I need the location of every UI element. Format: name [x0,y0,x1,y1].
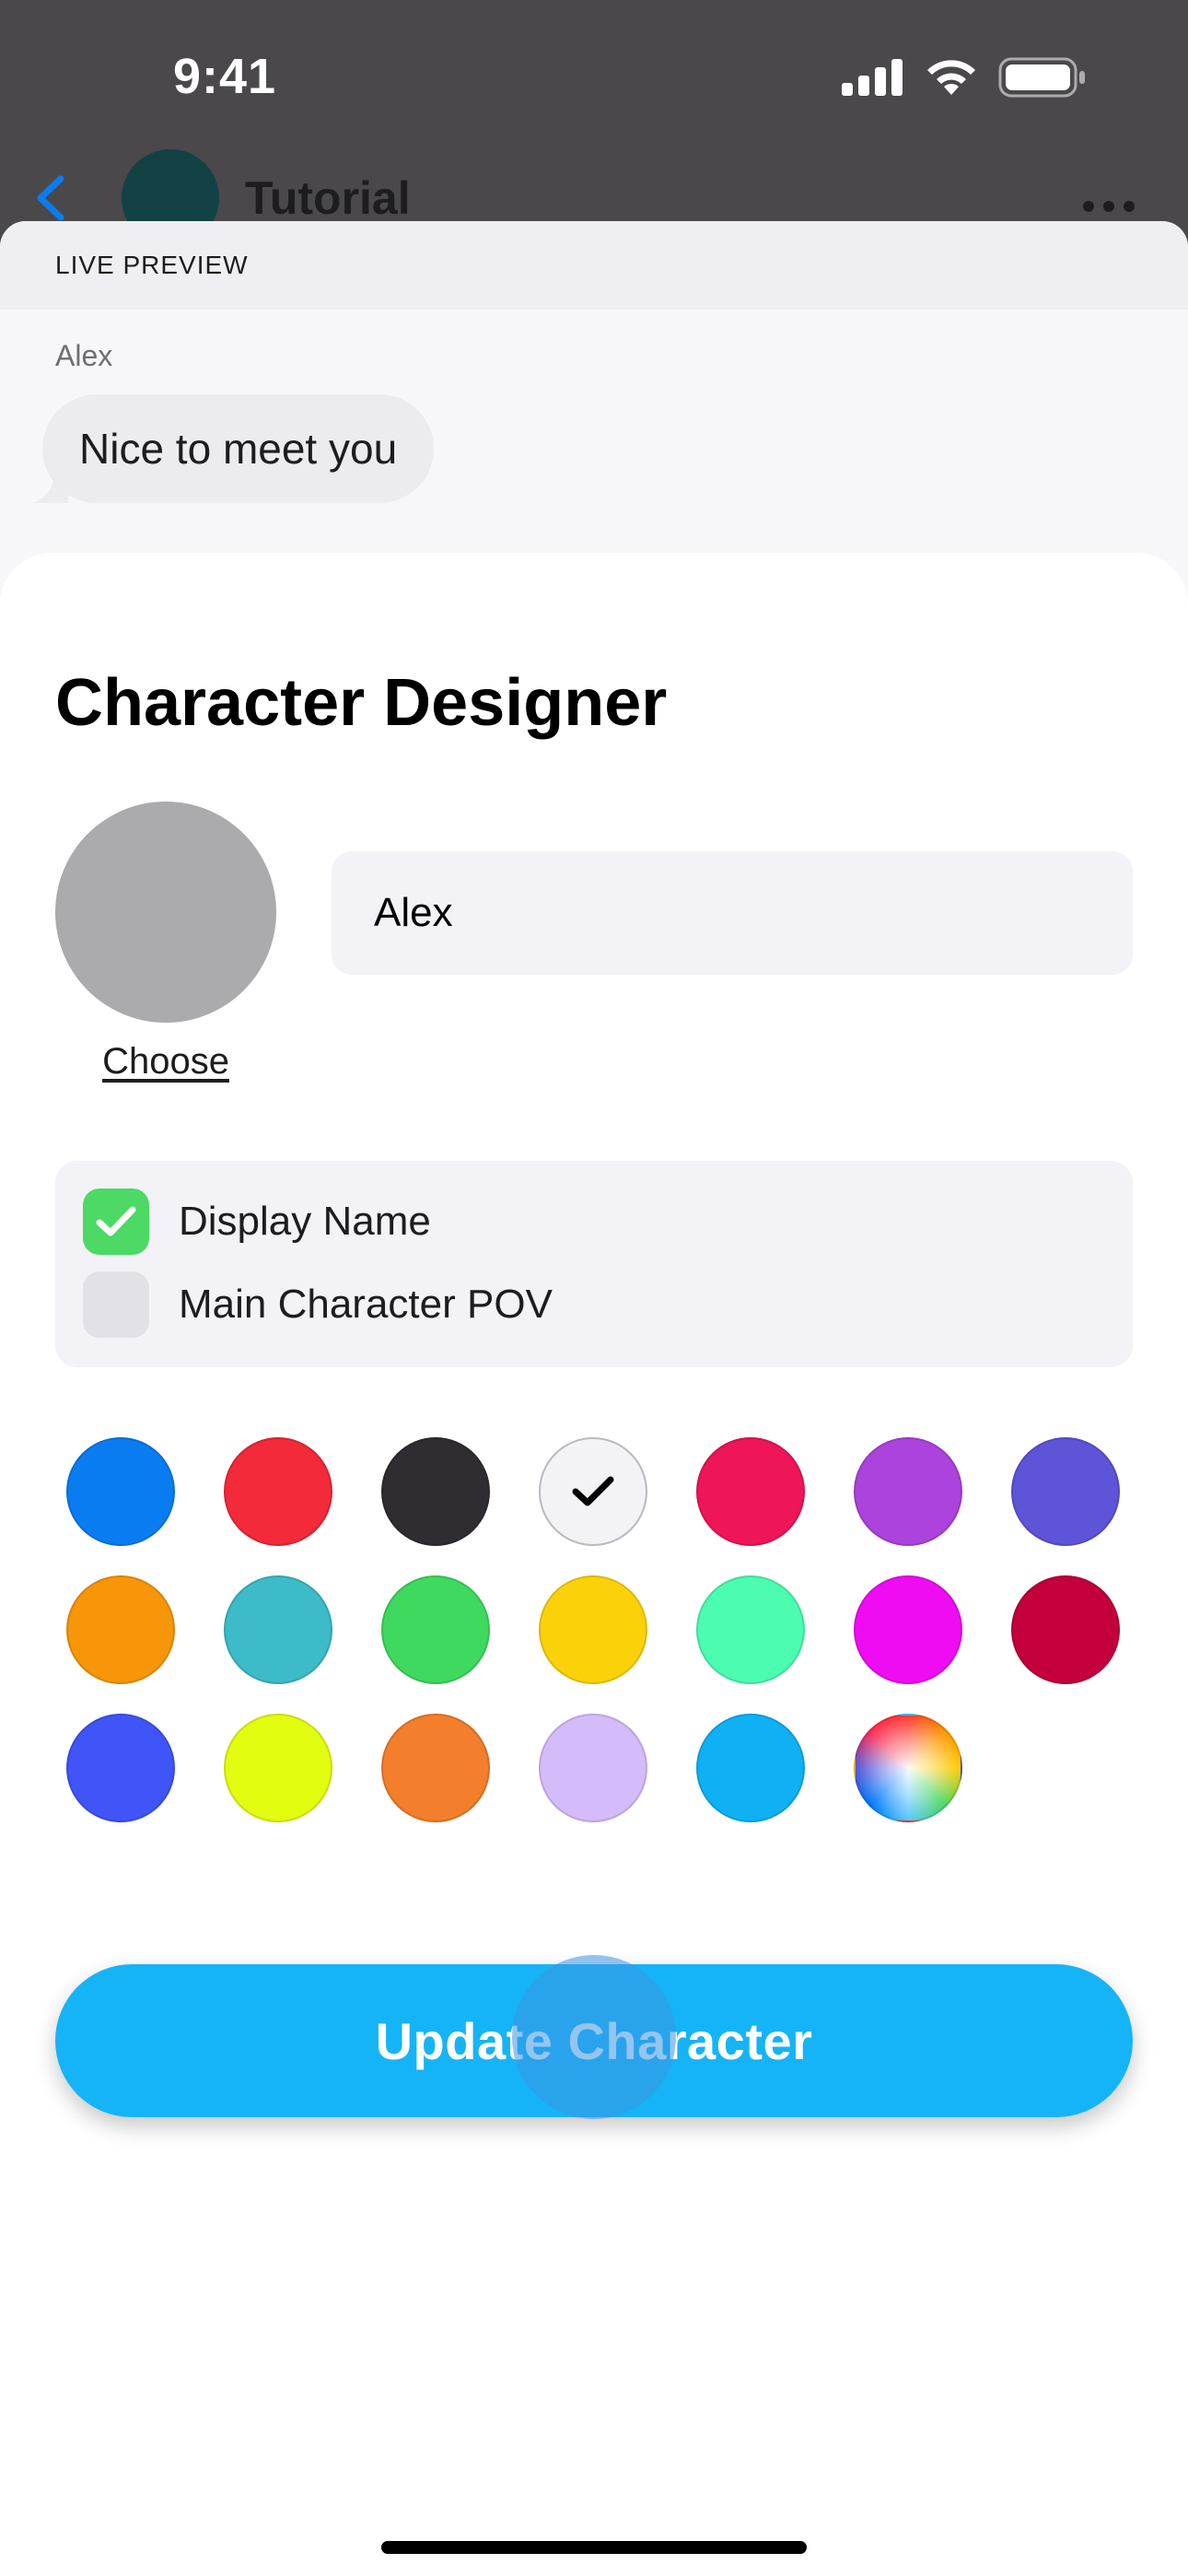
color-swatch-sky-blue[interactable] [696,1714,805,1822]
status-bar: 9:41 [0,0,1188,157]
home-indicator [381,2541,807,2554]
live-preview-header: LIVE PREVIEW [0,221,1188,310]
checkmark-icon [96,1206,136,1236]
chevron-left-icon[interactable] [33,175,70,226]
chat-header: Tutorial [0,147,1188,247]
options-group: Display Name Main Character POV [55,1161,1133,1367]
color-swatch-indigo[interactable] [1011,1437,1120,1546]
color-swatch-yellow[interactable] [539,1575,647,1684]
color-swatch-magenta[interactable] [854,1575,962,1684]
main-character-pov-option[interactable]: Main Character POV [83,1271,553,1338]
preview-message-bubble: Nice to meet you [42,394,435,503]
color-swatch-orange[interactable] [66,1575,175,1684]
color-swatch-lime[interactable] [224,1714,332,1822]
color-swatch-maroon[interactable] [1011,1575,1120,1684]
color-swatch-mint[interactable] [696,1575,805,1684]
color-swatch-purple[interactable] [854,1437,962,1546]
color-swatch-charcoal[interactable] [381,1437,490,1546]
live-preview-label: LIVE PREVIEW [55,251,249,279]
cellular-signal-icon [842,59,904,100]
chat-title: Tutorial [245,172,411,224]
color-swatch-tangerine[interactable] [381,1714,490,1822]
color-swatch-white[interactable] [539,1437,647,1546]
status-time: 9:41 [173,49,277,104]
status-icons [842,57,1087,102]
character-name-input[interactable] [332,851,1133,975]
touch-indicator [512,1955,676,2119]
choose-avatar-link[interactable]: Choose [55,1041,276,1083]
color-swatch-blue[interactable] [66,1437,175,1546]
color-swatch-lavender[interactable] [539,1714,647,1822]
color-swatch-custom-color[interactable] [854,1714,962,1822]
display-name-label: Display Name [179,1199,431,1244]
color-swatch-royal-blue[interactable] [66,1714,175,1822]
color-swatch-green[interactable] [381,1575,490,1684]
panel-title: Character Designer [55,666,668,740]
ellipsis-icon[interactable] [1083,201,1135,212]
preview-message-text: Nice to meet you [79,425,398,473]
checkmark-icon [572,1476,614,1506]
color-swatch-teal[interactable] [224,1575,332,1684]
display-name-checkbox[interactable] [83,1188,149,1255]
main-character-pov-checkbox[interactable] [83,1271,149,1338]
color-swatch-crimson-pink[interactable] [696,1437,805,1546]
character-designer-panel: Character Designer Choose Display Name M… [0,553,1188,2576]
preview-sender-name: Alex [55,339,113,372]
main-character-pov-label: Main Character POV [179,1282,553,1327]
display-name-option[interactable]: Display Name [83,1188,431,1255]
color-swatch-red[interactable] [224,1437,332,1546]
avatar-placeholder[interactable] [55,802,276,1023]
wifi-icon [925,58,978,101]
battery-icon [998,57,1087,102]
